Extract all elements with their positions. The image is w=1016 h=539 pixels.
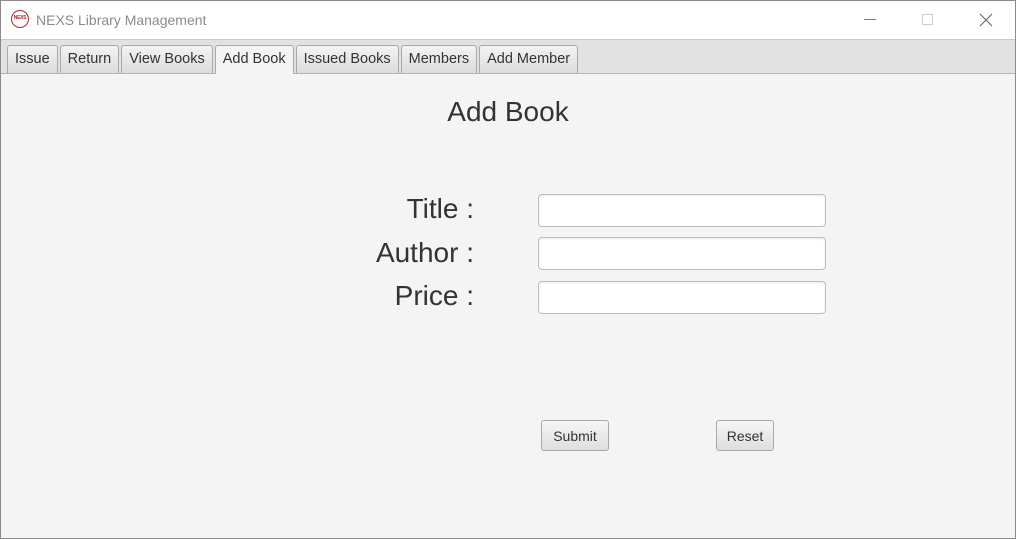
reset-button[interactable]: Reset: [716, 420, 774, 451]
tab-add-member[interactable]: Add Member: [479, 45, 579, 73]
title-bar[interactable]: NEXS NEXS Library Management: [1, 1, 1015, 39]
tab-bar: Issue Return View Books Add Book Issued …: [1, 39, 1015, 74]
app-logo-icon: NEXS: [11, 10, 29, 28]
title-label: Title :: [406, 193, 474, 224]
app-window: NEXS NEXS Library Management Issue Retur…: [0, 0, 1016, 539]
minimize-icon: [864, 19, 876, 20]
tab-members[interactable]: Members: [400, 45, 478, 73]
price-label: Price :: [394, 280, 474, 311]
tab-issued-books[interactable]: Issued Books: [295, 45, 399, 73]
submit-button[interactable]: Submit: [541, 420, 609, 451]
title-input[interactable]: [538, 194, 826, 227]
tab-issue[interactable]: Issue: [7, 45, 58, 73]
maximize-button[interactable]: [899, 1, 957, 39]
close-button[interactable]: [957, 1, 1015, 39]
tab-add-book[interactable]: Add Book: [214, 45, 294, 74]
author-input[interactable]: [538, 237, 826, 270]
tab-return[interactable]: Return: [59, 45, 120, 73]
maximize-icon: [922, 14, 933, 25]
close-icon: [979, 13, 993, 27]
window-title: NEXS Library Management: [36, 12, 207, 28]
minimize-button[interactable]: [841, 1, 899, 39]
author-label: Author :: [375, 237, 474, 268]
page-title: Add Book: [447, 96, 569, 127]
price-input[interactable]: [538, 281, 826, 314]
tab-view-books[interactable]: View Books: [121, 45, 213, 73]
